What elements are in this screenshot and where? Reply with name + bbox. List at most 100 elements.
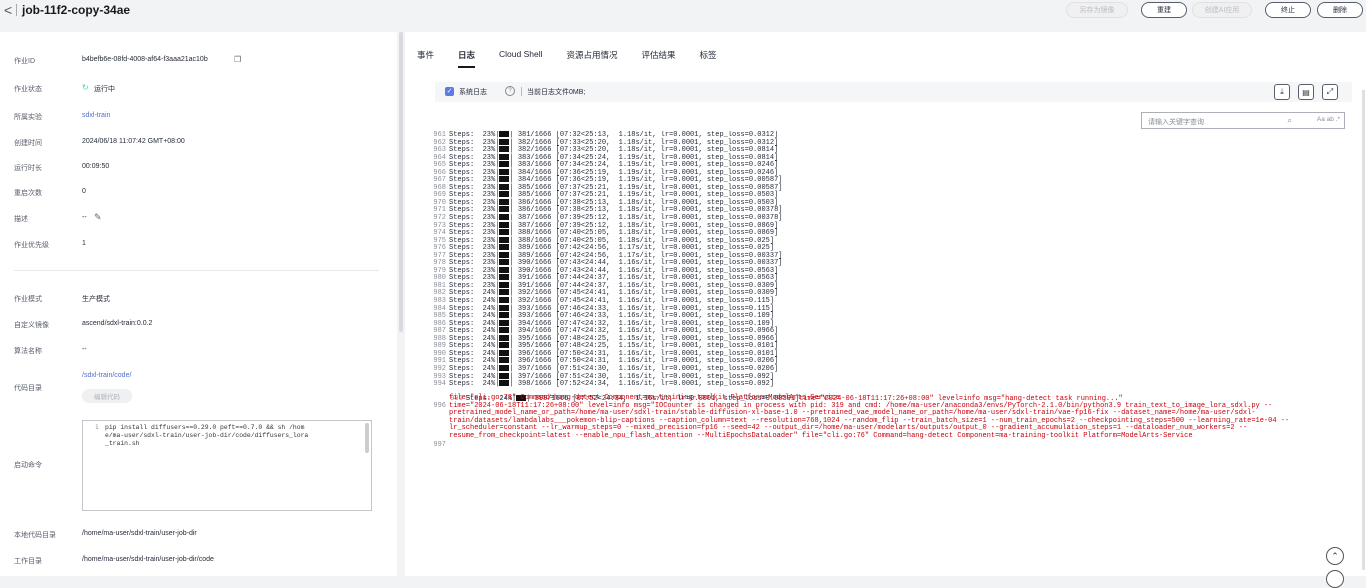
divider [16, 4, 17, 16]
log-line: 981 Steps: 23%| | 391/1666 [07:44<24:37, 1… [433, 281, 779, 290]
code-dir-label: 代码目录 [14, 385, 42, 392]
created-value: 2024/06/18 11:07:42 GMT+08:00 [82, 138, 185, 145]
fullscreen-icon[interactable]: ⤢ [1322, 84, 1338, 100]
log-line: 973 Steps: 23%| | 387/1666 [07:39<25:12, 1… [433, 221, 779, 230]
search-icon[interactable]: ⌕ [1288, 116, 1292, 126]
running-spinner-icon: ↻ [82, 83, 89, 92]
log-line: 984 Steps: 24%| | 393/1666 [07:46<24:33, 1… [433, 304, 775, 313]
create-ai-app-button[interactable]: 创建AI应用 [1192, 2, 1252, 18]
help-icon[interactable]: ? [505, 86, 515, 96]
log-line: 962 Steps: 23%| | 382/1666 [07:33<25:20, 1… [433, 138, 779, 147]
status-value: 运行中 [94, 86, 115, 93]
system-log-checkbox[interactable]: ✓ [445, 87, 454, 96]
progress-bar [499, 281, 510, 288]
created-label: 创建时间 [14, 140, 42, 147]
scroll-top-icon[interactable]: ⌃ [1326, 547, 1344, 565]
log-line: 978 Steps: 23%| | 390/1666 [07:43<24:44, 1… [433, 259, 783, 268]
algo-label: 算法名称 [14, 348, 42, 355]
progress-bar [499, 259, 510, 266]
progress-bar [499, 312, 510, 319]
tab-labels[interactable]: 标签 [700, 49, 717, 61]
start-command-editor[interactable]: 1 pip install diffusers==0.29.0 peft==0.… [82, 420, 372, 511]
top-bar: < job-11f2-copy-34ae 另存为镜像 重建 创建AI应用 终止 … [0, 0, 1366, 22]
duration-value: 00:09:50 [82, 163, 110, 170]
page-title: job-11f2-copy-34ae [22, 3, 131, 17]
progress-bar [499, 297, 510, 304]
progress-bar [499, 334, 510, 341]
scrollbar[interactable] [365, 423, 369, 453]
progress-bar [499, 289, 510, 296]
progress-bar [499, 161, 510, 168]
scroll-bottom-icon[interactable] [1326, 570, 1344, 588]
progress-bar [499, 244, 510, 251]
start-command-text[interactable]: pip install diffusers==0.29.0 peft==0.7.… [105, 424, 310, 448]
priority-value: 1 [82, 240, 86, 247]
divider [521, 87, 522, 96]
line-number: 1 [95, 424, 99, 431]
log-line: 996 time="2024-06-18T11:17:26+08:00" leve… [433, 401, 1290, 440]
tab-bar: 事件 日志 Cloud Shell 资源占用情况 评估结果 标签 [417, 49, 741, 68]
log-line: 993 Steps: 24%| | 397/1666 [07:51<24:30, 1… [433, 372, 775, 381]
tab-resource-usage[interactable]: 资源占用情况 [567, 49, 618, 61]
image-label: 自定义镜像 [14, 322, 49, 329]
edit-code-button[interactable]: 编辑代码 [82, 389, 132, 403]
progress-bar [499, 349, 510, 356]
progress-bar [499, 327, 510, 334]
progress-bar [499, 206, 510, 213]
progress-bar [499, 176, 510, 183]
mode-label: 作业模式 [14, 296, 42, 303]
experiment-link[interactable]: sdxl-train [82, 112, 110, 119]
work-dir-value: /home/ma-user/sdxl-train/user-job-dir/co… [82, 556, 214, 563]
log-console[interactable]: 961 Steps: 23%| | 381/1666 [07:32<25:13, 1… [427, 131, 1357, 576]
search-input[interactable]: 请输入关键字查询 [1148, 117, 1204, 127]
right-scrollbar[interactable] [1362, 90, 1365, 570]
progress-bar [499, 319, 510, 326]
left-scrollbar[interactable] [399, 32, 403, 332]
tab-logs[interactable]: 日志 [458, 49, 476, 68]
log-search[interactable]: 请输入关键字查询 ⌕ Aa ab .* [1141, 112, 1345, 129]
status-label: 作业状态 [14, 86, 42, 93]
progress-bar [499, 380, 510, 387]
log-line: 971 Steps: 23%| | 386/1666 [07:38<25:13, 1… [433, 206, 783, 215]
log-line: 966 Steps: 23%| | 384/1666 [07:36<25:19, 1… [433, 168, 779, 177]
log-line: 988 Steps: 24%| | 395/1666 [07:48<24:25, 1… [433, 334, 779, 343]
rebuild-button[interactable]: 重建 [1141, 2, 1187, 18]
experiment-label: 所属实验 [14, 114, 42, 121]
copy-icon[interactable]: ❐ [234, 55, 241, 64]
progress-bar [499, 183, 510, 190]
progress-bar [499, 153, 510, 160]
tab-evaluation[interactable]: 评估结果 [642, 49, 676, 61]
progress-bar [499, 251, 510, 258]
progress-bar [499, 304, 510, 311]
log-line: 961 Steps: 23%| | 381/1666 [07:32<25:13, 1… [433, 131, 779, 139]
tab-events[interactable]: 事件 [417, 49, 434, 61]
log-line: 994 Steps: 24%| | 398/1666 [07:52<24:34, 1… [433, 380, 775, 389]
code-dir-link[interactable]: /sdxl-train/code/ [82, 372, 131, 379]
stop-button[interactable]: 终止 [1265, 2, 1311, 18]
document-icon[interactable]: ▤ [1298, 84, 1314, 100]
delete-button[interactable]: 删除 [1317, 2, 1363, 18]
log-line: 974 Steps: 23%| | 388/1666 [07:40<25:05, 1… [433, 229, 779, 238]
system-log-label: 系统日志 [459, 89, 487, 96]
log-size-label: 当前日志文件0MB; [527, 89, 586, 96]
local-dir-label: 本地代码目录 [14, 532, 56, 539]
desc-value: -- [82, 214, 87, 221]
edit-pencil-icon[interactable]: ✎ [94, 212, 102, 223]
save-image-button[interactable]: 另存为镜像 [1066, 2, 1128, 18]
progress-bar [499, 131, 510, 137]
tab-cloud-shell[interactable]: Cloud Shell [499, 49, 542, 61]
log-line: 982 Steps: 24%| | 392/1666 [07:45<24:41, 1… [433, 289, 779, 298]
progress-bar [499, 357, 510, 364]
section-divider [14, 270, 379, 271]
log-line: 997 [433, 441, 446, 450]
log-line: 989 Steps: 24%| | 395/1666 [07:48<24:25, 1… [433, 342, 779, 351]
log-line: 987 Steps: 24%| | 394/1666 [07:47<24:32, 1… [433, 327, 779, 336]
work-dir-label: 工作目录 [14, 558, 42, 565]
log-line: 972 Steps: 23%| | 387/1666 [07:39<25:12, 1… [433, 214, 783, 223]
download-icon[interactable]: ⤓ [1274, 84, 1290, 100]
search-options[interactable]: Aa ab .* [1317, 116, 1340, 123]
log-line: 965 Steps: 23%| | 383/1666 [07:34<25:24, 1… [433, 161, 779, 170]
log-line: 967 Steps: 23%| | 384/1666 [07:36<25:19, 1… [433, 176, 783, 185]
back-icon[interactable]: < [4, 2, 12, 18]
job-id-label: 作业ID [14, 58, 35, 65]
